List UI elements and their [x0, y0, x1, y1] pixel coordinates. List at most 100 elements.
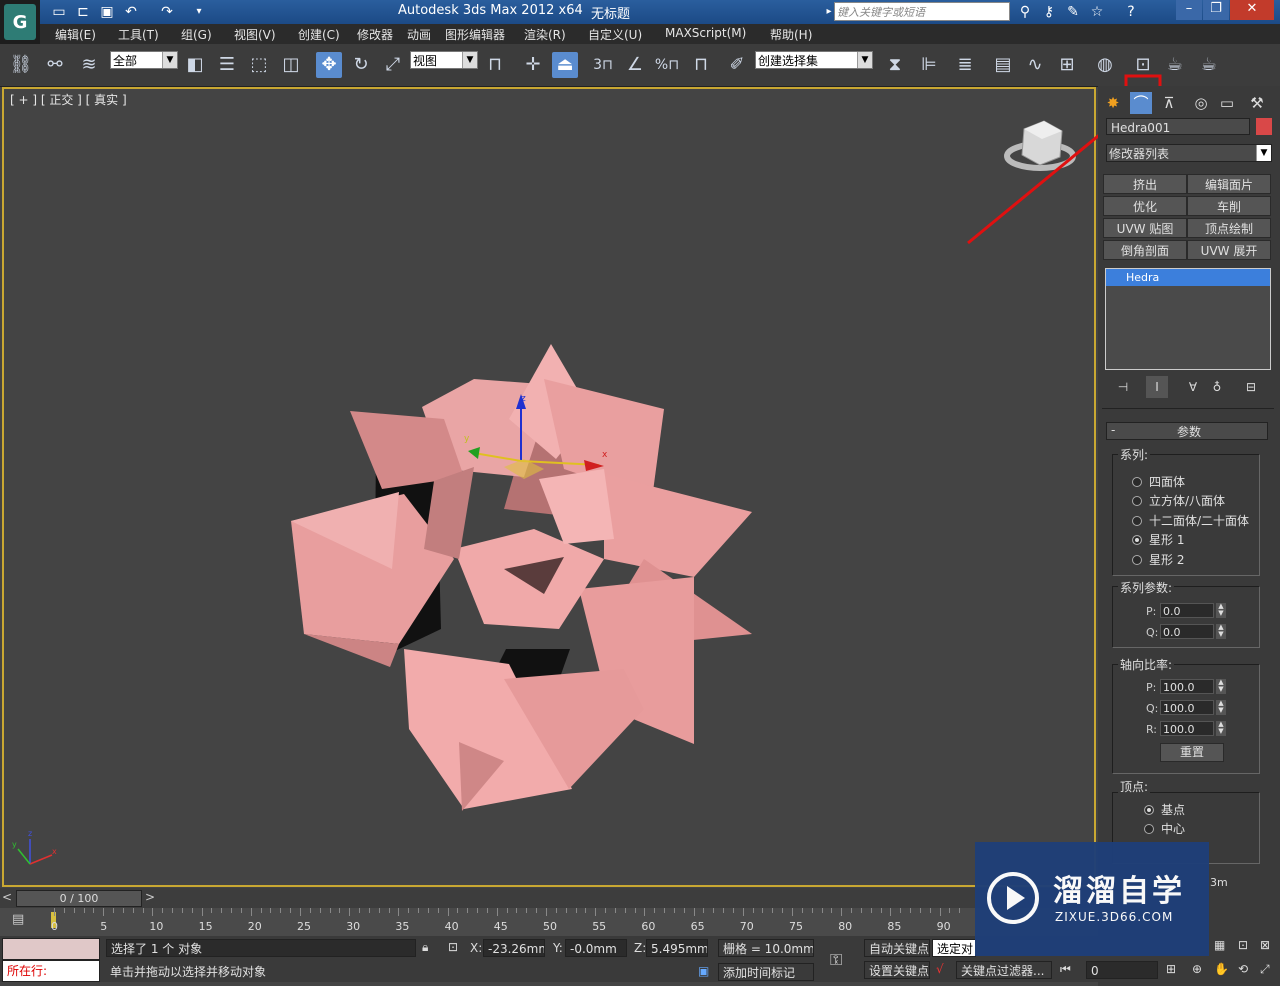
- create-tab-icon[interactable]: ✸: [1102, 92, 1124, 114]
- curve-editor-icon[interactable]: ∿: [1022, 52, 1048, 78]
- menu-customize[interactable]: 自定义(U): [588, 26, 642, 43]
- minimize-icon[interactable]: –: [1176, 0, 1202, 20]
- spinner-snap-icon[interactable]: ⊓: [688, 52, 714, 78]
- modify-tab-icon[interactable]: ⌒: [1130, 92, 1152, 114]
- menu-views[interactable]: 视图(V): [234, 26, 276, 43]
- family-p-spinner[interactable]: P: 0.0 ▲ ▼: [1146, 603, 1226, 618]
- next-frame-icon[interactable]: >: [145, 890, 155, 904]
- show-end-result-icon[interactable]: I: [1146, 376, 1168, 398]
- key-filters-button[interactable]: 关键点过滤器...: [956, 961, 1052, 979]
- maxscript-listener[interactable]: [2, 938, 100, 960]
- spinner-arrows-icon[interactable]: ▲ ▼: [1216, 679, 1226, 694]
- pan-view-icon[interactable]: ✋: [1214, 962, 1229, 976]
- menu-graph-editors[interactable]: 图形编辑器: [445, 26, 505, 43]
- select-and-scale-icon[interactable]: ⤢: [380, 52, 406, 78]
- utilities-tab-icon[interactable]: ⚒: [1246, 92, 1268, 114]
- spinner-arrows-icon[interactable]: ▲ ▼: [1216, 603, 1226, 618]
- angle-snap-icon[interactable]: ∠: [622, 52, 648, 78]
- set-key-mode-icon[interactable]: ⚿: [830, 950, 842, 970]
- spinner-arrows-icon[interactable]: ▲ ▼: [1216, 700, 1226, 715]
- undo-icon[interactable]: ↶: [122, 3, 140, 21]
- edit-patch-button[interactable]: 编辑面片: [1187, 174, 1271, 194]
- layer-manager-icon[interactable]: ≣: [952, 52, 978, 78]
- selection-filter-dropdown[interactable]: 全部 ▼: [110, 51, 178, 69]
- perspective-viewport[interactable]: [ + ] [ 正交 ] [ 真实 ] z x y z x y: [2, 87, 1096, 887]
- family-option-4[interactable]: 星形 1: [1132, 531, 1184, 548]
- keyboard-shortcut-override-icon[interactable]: ⏏: [552, 52, 578, 78]
- family-option-1[interactable]: 四面体: [1132, 473, 1185, 490]
- track-bar[interactable]: ▤ 0 5 10 15 20 25 30 35 40 45 50 55 60 65 70 75 80 85 90: [0, 908, 1098, 936]
- uvw-map-button[interactable]: UVW 贴图: [1103, 218, 1187, 238]
- extrude-button[interactable]: 挤出: [1103, 174, 1187, 194]
- percent-snap-icon[interactable]: %⊓: [654, 52, 680, 78]
- zoom-region-icon[interactable]: ⊕: [1192, 962, 1202, 976]
- bind-spacewarp-icon[interactable]: ≋: [76, 52, 102, 78]
- motion-tab-icon[interactable]: ◎: [1190, 92, 1212, 114]
- select-and-move-icon[interactable]: ✥: [316, 52, 342, 78]
- field-of-view-icon[interactable]: ⊡: [1238, 938, 1248, 952]
- axis-q-spinner[interactable]: Q: 100.0 ▲ ▼: [1146, 700, 1226, 715]
- menu-modifiers[interactable]: 修改器: [357, 26, 393, 43]
- y-coordinate-field[interactable]: -0.0mm: [565, 939, 627, 957]
- key-filters-icon[interactable]: √: [936, 962, 944, 976]
- maxscript-mini-listener[interactable]: 所在行:: [2, 960, 100, 982]
- object-name-field[interactable]: Hedra001: [1106, 118, 1250, 135]
- lock-selection-icon[interactable]: 🔒︎: [422, 940, 428, 955]
- redo-icon[interactable]: ↷: [158, 3, 176, 21]
- time-tag-icon[interactable]: ▣: [698, 964, 709, 978]
- open-icon[interactable]: ⊏: [74, 3, 92, 21]
- menu-maxscript[interactable]: MAXScript(M): [665, 26, 746, 40]
- radio-icon[interactable]: [1144, 823, 1154, 834]
- time-slider[interactable]: < 0 / 100 >: [0, 888, 1098, 908]
- menu-edit[interactable]: 编辑(E): [55, 26, 96, 43]
- mini-curve-editor-icon[interactable]: ▤: [12, 912, 24, 927]
- render-production-icon[interactable]: ☕: [1196, 52, 1222, 78]
- select-by-name-icon[interactable]: ☰: [214, 52, 240, 78]
- axis-q-value[interactable]: 100.0: [1160, 700, 1214, 715]
- help-icon[interactable]: ?: [1122, 3, 1140, 21]
- make-unique-icon[interactable]: ∀: [1182, 376, 1204, 398]
- family-option-2[interactable]: 立方体/八面体: [1132, 492, 1225, 509]
- family-p-value[interactable]: 0.0: [1160, 603, 1214, 618]
- object-color-swatch[interactable]: [1256, 118, 1272, 135]
- axis-r-value[interactable]: 100.0: [1160, 721, 1214, 736]
- save-icon[interactable]: ▣: [98, 3, 116, 21]
- unlink-icon[interactable]: ⚯: [42, 52, 68, 78]
- parameters-rollout-header[interactable]: - 参数: [1106, 422, 1268, 440]
- family-option-3[interactable]: 十二面体/二十面体: [1132, 512, 1249, 529]
- vertices-option-2[interactable]: 中心: [1144, 820, 1185, 837]
- viewcube-icon[interactable]: [1004, 120, 1076, 171]
- axis-r-spinner[interactable]: R: 100.0 ▲ ▼: [1146, 721, 1226, 736]
- edit-named-selections-icon[interactable]: ✐: [724, 52, 750, 78]
- maximize-viewport-icon[interactable]: ⤢: [1260, 962, 1270, 977]
- radio-icon[interactable]: [1132, 495, 1142, 506]
- vertices-option-1[interactable]: 基点: [1144, 801, 1185, 818]
- link-icon[interactable]: ⛓: [8, 52, 34, 78]
- close-icon[interactable]: ✕: [1230, 0, 1274, 20]
- snaps-toggle-icon[interactable]: 3⊓: [590, 52, 616, 78]
- zoom-extents-all-icon[interactable]: ▦: [1214, 938, 1225, 952]
- time-config-icon[interactable]: ⊞: [1166, 962, 1176, 976]
- family-q-spinner[interactable]: Q: 0.0 ▲ ▼: [1146, 624, 1226, 639]
- stack-item-hedra[interactable]: Hedra: [1106, 269, 1270, 286]
- hierarchy-tab-icon[interactable]: ⊼: [1158, 92, 1180, 114]
- radio-icon[interactable]: [1132, 515, 1142, 526]
- schematic-view-icon[interactable]: ⊞: [1054, 52, 1080, 78]
- favorites-star-icon[interactable]: ☆: [1088, 3, 1106, 21]
- pivot-center-icon[interactable]: ⊓: [482, 52, 508, 78]
- select-object-icon[interactable]: ◧: [182, 52, 208, 78]
- subscription-icon[interactable]: ✎: [1064, 3, 1082, 21]
- lathe-button[interactable]: 车削: [1187, 196, 1271, 216]
- auto-key-button[interactable]: 自动关键点: [864, 939, 930, 957]
- axis-p-value[interactable]: 100.0: [1160, 679, 1214, 694]
- select-and-rotate-icon[interactable]: ↻: [348, 52, 374, 78]
- modifier-stack[interactable]: Hedra: [1105, 268, 1271, 370]
- optimize-button[interactable]: 优化: [1103, 196, 1187, 216]
- window-crossing-icon[interactable]: ◫: [278, 52, 304, 78]
- menu-help[interactable]: 帮助(H): [770, 26, 812, 43]
- mirror-icon[interactable]: ⧗: [882, 52, 908, 78]
- family-q-value[interactable]: 0.0: [1160, 624, 1214, 639]
- zoom-extents-icon[interactable]: ⊠: [1260, 938, 1270, 952]
- reference-coordinate-dropdown[interactable]: 视图 ▼: [410, 51, 478, 69]
- align-icon[interactable]: ⊫: [916, 52, 942, 78]
